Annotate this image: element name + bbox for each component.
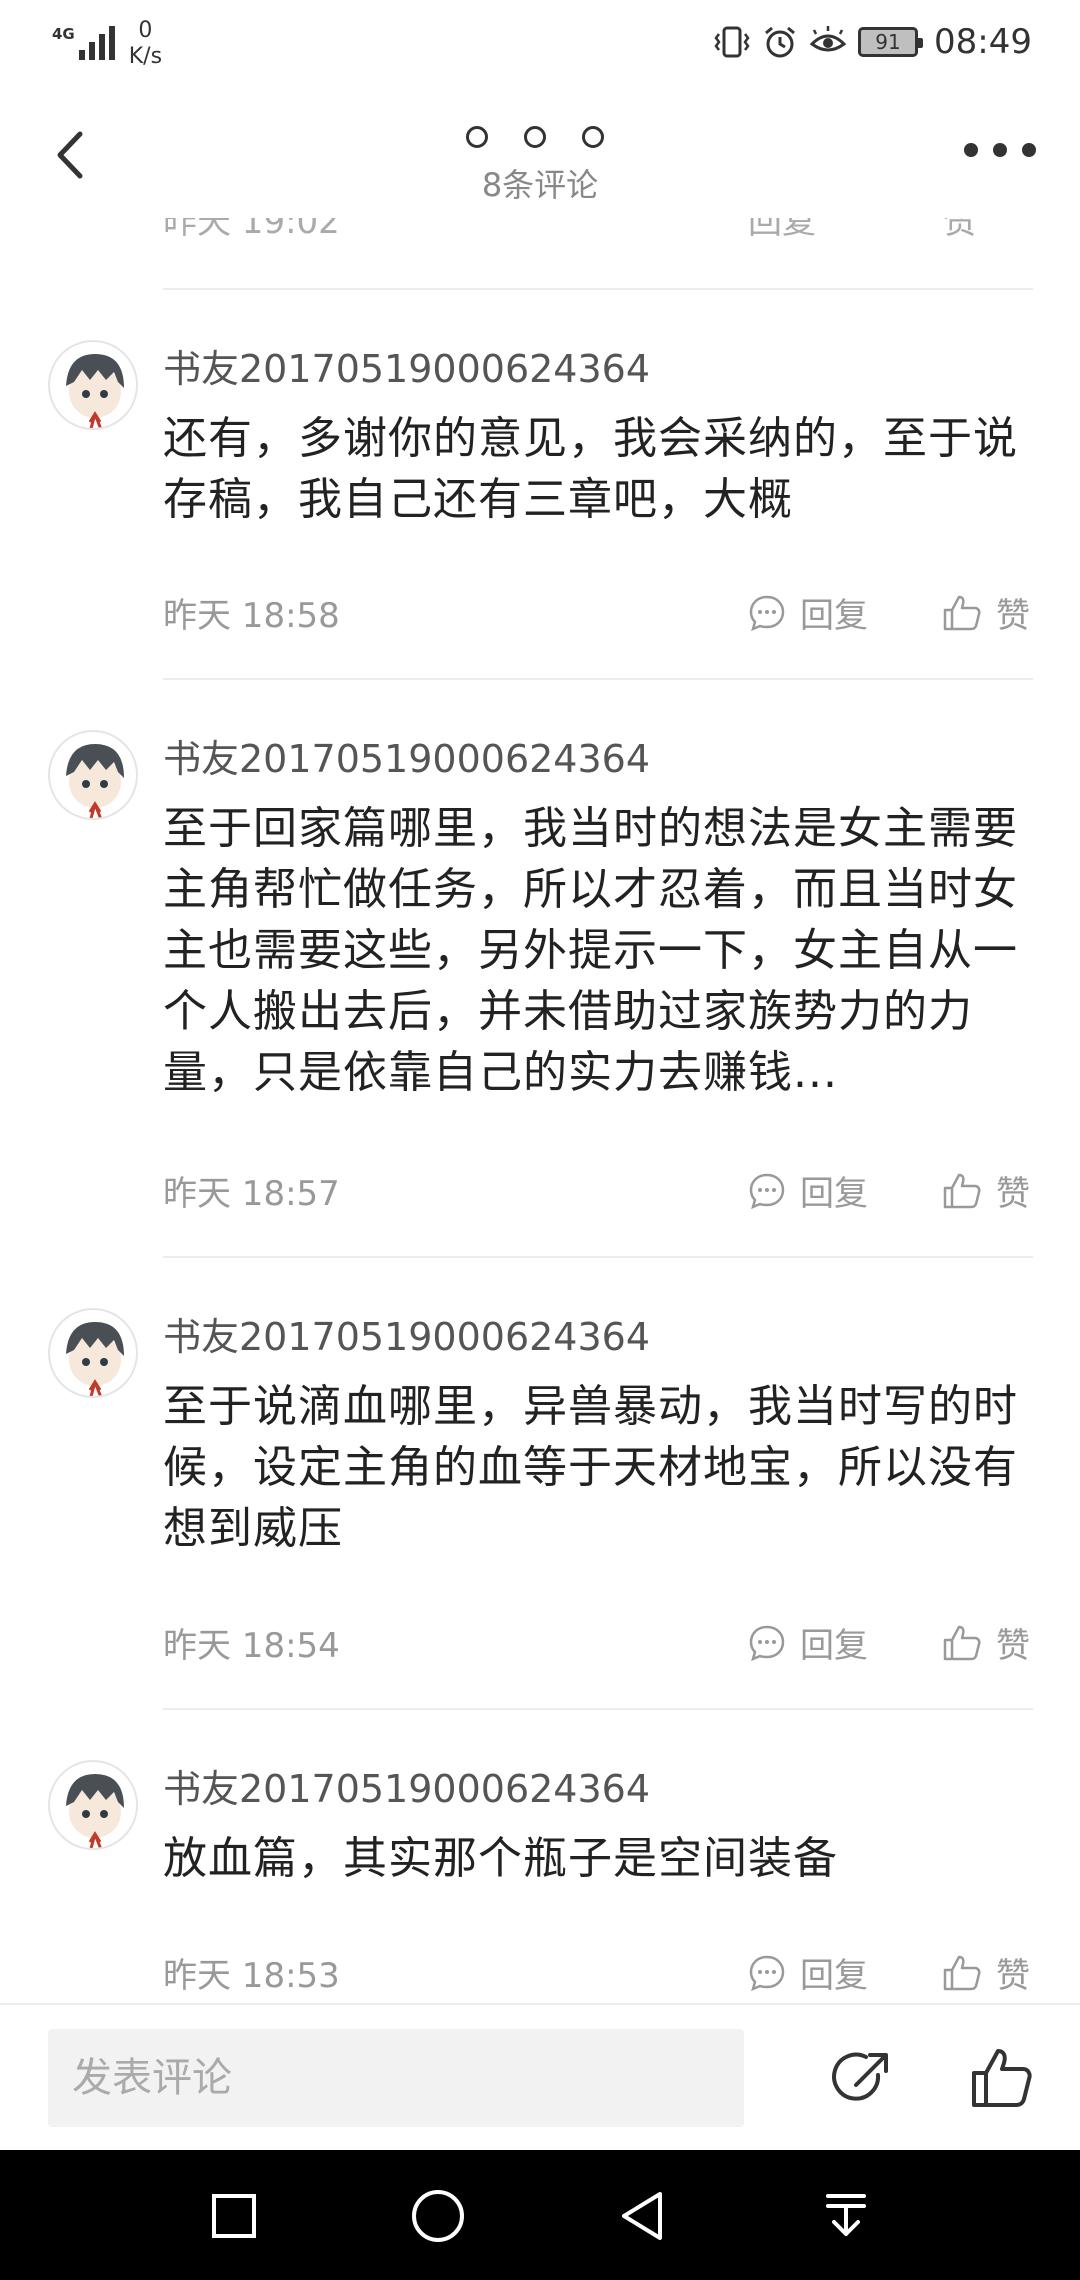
comment-username[interactable]: 书友20170519000624364 <box>163 338 650 393</box>
reply-button[interactable]: 回复 <box>748 1948 868 1997</box>
loading-dots-icon <box>466 126 604 148</box>
comment-username[interactable]: 书友20170519000624364 <box>163 1306 650 1361</box>
comment-count-title: 8条评论 <box>481 166 599 204</box>
system-nav-bar <box>0 2150 1080 2280</box>
comment-content: 放血篇，其实那个瓶子是空间装备 <box>163 1833 838 1884</box>
reply-label: 回复 <box>800 596 868 636</box>
comment-username[interactable]: 书友20170519000624364 <box>163 1758 650 1813</box>
reply-label: 回复 <box>800 1174 868 1214</box>
like-button[interactable]: 赞 <box>942 1166 1030 1215</box>
back-nav-icon[interactable] <box>612 2186 672 2246</box>
network-speed-value: 0 <box>138 18 153 43</box>
eye-comfort-icon <box>810 26 847 52</box>
header: 8条评论 <box>0 92 1080 218</box>
reply-button[interactable]: 回复 <box>748 588 868 637</box>
comment-bubble-icon <box>749 595 785 631</box>
avatar-image <box>66 744 124 818</box>
network-speed: 0 K/s <box>129 18 162 70</box>
more-options-icon[interactable] <box>964 132 1036 168</box>
comment-bar: 发表评论 <box>0 2003 1080 2150</box>
clock: 08:49 <box>934 22 1032 62</box>
comment-bubble-icon <box>749 1955 785 1991</box>
like-label: 赞 <box>996 1956 1030 1996</box>
comment-input[interactable]: 发表评论 <box>48 2029 744 2127</box>
comment-bubble-icon <box>749 1173 785 1209</box>
network-type: 4G <box>52 25 75 43</box>
avatar[interactable] <box>48 730 138 820</box>
divider <box>163 1708 1033 1710</box>
like-button[interactable]: 赞 <box>942 1948 1030 1997</box>
reply-label: 回复 <box>800 1956 868 1996</box>
thumbs-up-icon[interactable] <box>970 2047 1032 2109</box>
divider <box>163 288 1033 290</box>
alarm-icon <box>765 26 795 58</box>
comment-content: 至于回家篇哪里，我当时的想法是女主需要主角帮忙做任务，所以才忍着，而且当时女主也… <box>163 803 1018 1098</box>
reply-button[interactable]: 回复 <box>748 1618 868 1667</box>
like-label: 赞 <box>996 1174 1030 1214</box>
thumbs-up-icon <box>943 595 981 630</box>
comment-username[interactable]: 书友20170519000624364 <box>163 728 650 783</box>
like-button[interactable]: 赞 <box>942 588 1030 637</box>
reply-label: 回复 <box>800 1626 868 1666</box>
notification-pull-icon[interactable] <box>816 2186 876 2246</box>
vibrate-icon <box>714 26 750 58</box>
comment-time: 昨天 18:58 <box>163 596 340 636</box>
like-label: 赞 <box>996 596 1030 636</box>
battery-icon: 91 <box>858 27 924 57</box>
status-icons: 91 08:49 <box>714 22 1032 62</box>
reply-button[interactable]: 回复 <box>748 1166 868 1215</box>
like-button[interactable]: 赞 <box>942 1618 1030 1667</box>
home-icon[interactable] <box>408 2186 468 2246</box>
like-button[interactable]: 赞 <box>943 218 977 243</box>
reply-button[interactable]: 回复 <box>748 218 816 243</box>
thumbs-up-icon <box>943 1625 981 1660</box>
avatar[interactable] <box>48 340 138 430</box>
thumbs-up-icon <box>943 1955 981 1990</box>
avatar[interactable] <box>48 1308 138 1398</box>
comment-content: 还有，多谢你的意见，我会采纳的，至于说存稿，我自己还有三章吧，大概 <box>163 413 1018 525</box>
avatar-image <box>66 354 124 428</box>
avatar-image <box>66 1322 124 1396</box>
divider <box>163 1256 1033 1258</box>
comment-time: 昨天 18:57 <box>163 1174 340 1214</box>
divider <box>163 678 1033 680</box>
share-icon[interactable] <box>832 2049 892 2109</box>
partial-comment-actions: 昨天 19:02 回复 赞 <box>163 218 1033 244</box>
comment-bubble-icon <box>749 1625 785 1661</box>
avatar-image <box>66 1774 124 1848</box>
thumbs-up-icon <box>943 1173 981 1208</box>
recent-apps-icon[interactable] <box>204 2186 264 2246</box>
network-speed-unit: K/s <box>128 44 163 69</box>
like-label: 赞 <box>996 1626 1030 1666</box>
comment-time: 昨天 18:53 <box>163 1956 340 1996</box>
network-status: 4G 0 K/s <box>52 18 162 70</box>
battery-level: 91 <box>875 30 901 54</box>
comment-time: 昨天 19:02 <box>163 218 340 242</box>
status-bar: 4G 0 K/s 91 08:49 <box>0 0 1080 92</box>
comment-time: 昨天 18:54 <box>163 1626 340 1666</box>
signal-icon <box>78 20 115 60</box>
avatar[interactable] <box>48 1760 138 1850</box>
comment-content: 至于说滴血哪里，异兽暴动，我当时写的时候，设定主角的血等于天材地宝，所以没有想到… <box>163 1381 1018 1554</box>
comment-list[interactable]: 昨天 19:02 回复 赞 书友20170519000624364 还有，多谢你… <box>0 218 1080 2003</box>
